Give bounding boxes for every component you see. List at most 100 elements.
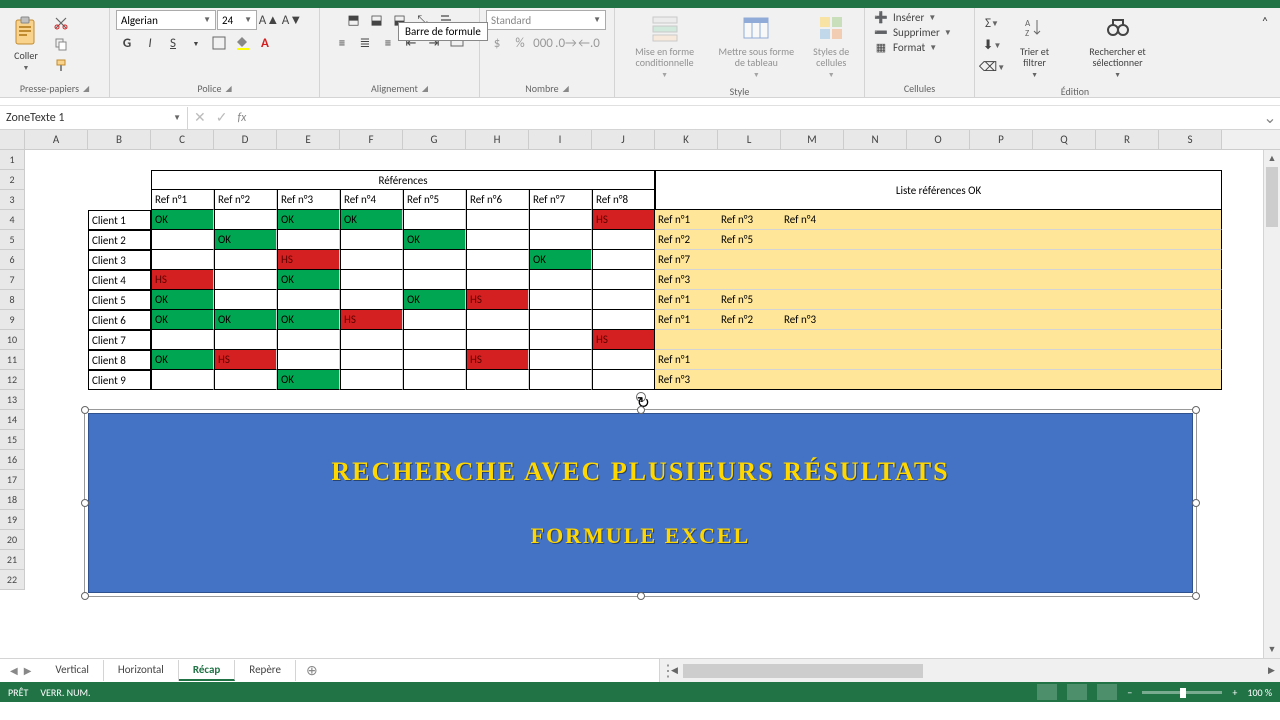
- currency-button[interactable]: $: [486, 33, 508, 53]
- delete-button[interactable]: ➖Supprimer ▼: [871, 25, 954, 40]
- sheet-tab-horizontal[interactable]: Horizontal: [104, 660, 179, 681]
- matrix-cell[interactable]: [529, 330, 592, 350]
- decrease-decimal-button[interactable]: ←.0: [578, 33, 600, 53]
- row-header-5[interactable]: 5: [0, 230, 25, 250]
- row-header-20[interactable]: 20: [0, 530, 25, 550]
- hscroll-thumb[interactable]: [683, 664, 923, 678]
- header-ref-3[interactable]: Ref n°3: [277, 190, 340, 210]
- liste-cell[interactable]: Ref n°2: [655, 230, 718, 250]
- align-left-button[interactable]: ≡: [331, 33, 353, 53]
- resize-handle-nw[interactable]: [81, 406, 89, 414]
- matrix-cell[interactable]: [151, 370, 214, 390]
- col-header-G[interactable]: G: [403, 130, 466, 149]
- matrix-cell[interactable]: [403, 250, 466, 270]
- matrix-cell[interactable]: [403, 350, 466, 370]
- resize-handle-se[interactable]: [1192, 592, 1200, 600]
- matrix-cell[interactable]: [403, 270, 466, 290]
- col-header-B[interactable]: B: [88, 130, 151, 149]
- col-header-N[interactable]: N: [844, 130, 907, 149]
- font-color-button[interactable]: A: [254, 33, 276, 53]
- dialog-launcher-icon[interactable]: ◢: [422, 84, 428, 94]
- scroll-right-button[interactable]: ▶: [1263, 665, 1280, 676]
- row-header-3[interactable]: 3: [0, 190, 25, 210]
- decrease-font-button[interactable]: A▼: [281, 10, 303, 30]
- resize-handle-n[interactable]: [637, 406, 645, 414]
- insert-button[interactable]: ➕Insérer ▼: [871, 10, 938, 25]
- matrix-cell[interactable]: [214, 290, 277, 310]
- matrix-cell[interactable]: HS: [277, 250, 340, 270]
- header-ref-1[interactable]: Ref n°1: [151, 190, 214, 210]
- increase-font-button[interactable]: A▲: [258, 10, 280, 30]
- matrix-cell[interactable]: [340, 350, 403, 370]
- title-textbox[interactable]: RECHERCHE AVEC PLUSIEURS RÉSULTATS FORMU…: [88, 413, 1193, 593]
- align-center-button[interactable]: ≣: [354, 33, 376, 53]
- row-header-7[interactable]: 7: [0, 270, 25, 290]
- col-header-K[interactable]: K: [655, 130, 718, 149]
- matrix-cell[interactable]: OK: [151, 210, 214, 230]
- liste-cell[interactable]: Ref n°3: [718, 210, 781, 230]
- col-header-E[interactable]: E: [277, 130, 340, 149]
- matrix-cell[interactable]: OK: [403, 290, 466, 310]
- row-header-10[interactable]: 10: [0, 330, 25, 350]
- liste-cell[interactable]: Ref n°7: [655, 250, 718, 270]
- matrix-cell[interactable]: [592, 370, 655, 390]
- row-header-12[interactable]: 12: [0, 370, 25, 390]
- header-ref-4[interactable]: Ref n°4: [340, 190, 403, 210]
- format-button[interactable]: ▦Format ▼: [871, 40, 939, 55]
- dialog-launcher-icon[interactable]: ◢: [563, 84, 569, 94]
- liste-bg[interactable]: [655, 250, 1222, 270]
- align-top-button[interactable]: ⬒: [343, 10, 365, 30]
- matrix-cell[interactable]: [340, 230, 403, 250]
- percent-button[interactable]: %: [509, 33, 531, 53]
- number-format-select[interactable]: Standard▼: [486, 10, 606, 30]
- col-header-Q[interactable]: Q: [1033, 130, 1096, 149]
- autosum-button[interactable]: Σ ▼: [981, 14, 1003, 34]
- scroll-down-button[interactable]: ▼: [1264, 641, 1280, 658]
- align-middle-button[interactable]: ⬓: [366, 10, 388, 30]
- borders-button[interactable]: [208, 33, 230, 53]
- matrix-cell[interactable]: [277, 290, 340, 310]
- row-header-21[interactable]: 21: [0, 550, 25, 570]
- matrix-cell[interactable]: [529, 290, 592, 310]
- formula-input[interactable]: [252, 106, 1260, 129]
- matrix-cell[interactable]: [529, 370, 592, 390]
- select-all-corner[interactable]: [0, 130, 25, 149]
- matrix-cell[interactable]: HS: [214, 350, 277, 370]
- row-header-15[interactable]: 15: [0, 430, 25, 450]
- fill-button[interactable]: ⬇ ▼: [981, 36, 1003, 56]
- matrix-cell[interactable]: [529, 210, 592, 230]
- view-page-break-button[interactable]: [1097, 684, 1117, 700]
- liste-cell[interactable]: Ref n°5: [718, 230, 781, 250]
- matrix-cell[interactable]: [466, 270, 529, 290]
- matrix-cell[interactable]: [592, 310, 655, 330]
- row-header-19[interactable]: 19: [0, 510, 25, 530]
- col-header-P[interactable]: P: [970, 130, 1033, 149]
- col-header-R[interactable]: R: [1096, 130, 1159, 149]
- col-header-J[interactable]: J: [592, 130, 655, 149]
- bold-button[interactable]: G: [116, 33, 138, 53]
- liste-bg[interactable]: [655, 330, 1222, 350]
- header-ref-5[interactable]: Ref n°5: [403, 190, 466, 210]
- resize-handle-sw[interactable]: [81, 592, 89, 600]
- matrix-cell[interactable]: [340, 290, 403, 310]
- matrix-cell[interactable]: [151, 230, 214, 250]
- view-normal-button[interactable]: [1037, 684, 1057, 700]
- matrix-cell[interactable]: [466, 330, 529, 350]
- col-header-D[interactable]: D: [214, 130, 277, 149]
- row-header-22[interactable]: 22: [0, 570, 25, 590]
- matrix-cell[interactable]: OK: [151, 310, 214, 330]
- tab-nav-first[interactable]: ◀: [10, 664, 18, 677]
- row-header-8[interactable]: 8: [0, 290, 25, 310]
- sort-filter-button[interactable]: AZ Trier et filtrer▼: [1007, 10, 1062, 81]
- col-header-H[interactable]: H: [466, 130, 529, 149]
- fill-color-button[interactable]: [231, 33, 253, 53]
- comma-button[interactable]: 000: [532, 33, 554, 53]
- align-right-button[interactable]: ≡: [377, 33, 399, 53]
- liste-cell[interactable]: Ref n°1: [655, 290, 718, 310]
- col-header-S[interactable]: S: [1159, 130, 1222, 149]
- matrix-cell[interactable]: [340, 330, 403, 350]
- col-header-C[interactable]: C: [151, 130, 214, 149]
- liste-cell[interactable]: Ref n°1: [655, 210, 718, 230]
- formula-expand-button[interactable]: ⌄: [1260, 108, 1280, 128]
- scroll-left-button[interactable]: ◀: [666, 665, 683, 676]
